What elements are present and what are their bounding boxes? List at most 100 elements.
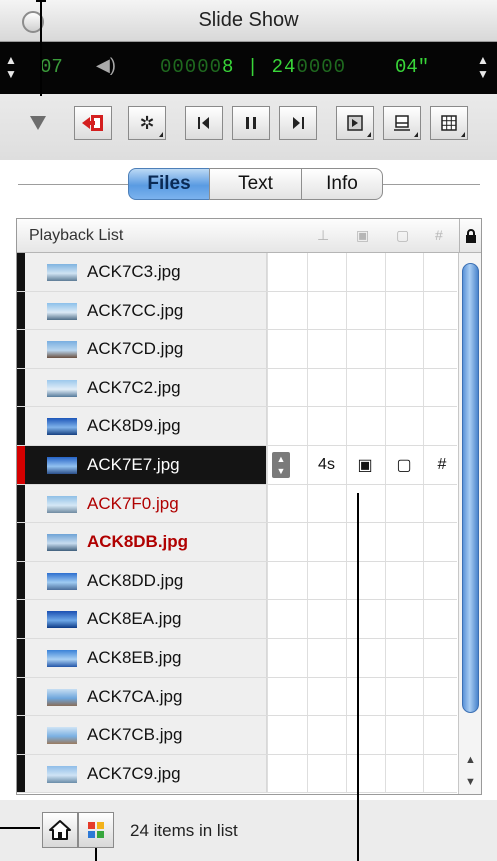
index-stepper[interactable]: ▲ ▼: [4, 53, 18, 83]
column-divider: [423, 716, 424, 754]
color-palette-icon: [88, 822, 104, 838]
filename-label: ACK7CD.jpg: [87, 339, 184, 359]
counter-current: 8: [222, 56, 235, 78]
column-divider: [307, 523, 308, 561]
list-row[interactable]: ACK7CB.jpg: [17, 716, 457, 755]
pause-button[interactable]: [232, 106, 270, 140]
number-column-icon[interactable]: #: [435, 227, 443, 243]
volume-icon[interactable]: ◀): [96, 55, 116, 76]
duration-value[interactable]: 4s: [307, 452, 346, 478]
column-divider: [346, 330, 347, 368]
number-icon[interactable]: #: [423, 452, 461, 478]
filename-cell[interactable]: ACK7CD.jpg: [25, 330, 267, 368]
lock-icon[interactable]: [459, 219, 481, 253]
transition-column-icon[interactable]: ▣: [356, 227, 369, 244]
column-divider: [267, 484, 268, 523]
filename-cell[interactable]: ACK8EB.jpg: [25, 639, 267, 677]
list-row[interactable]: ACK7CC.jpg: [17, 291, 457, 331]
column-divider: [267, 561, 268, 600]
scroll-up-arrow[interactable]: ▲: [459, 749, 481, 771]
bottom-bar: 24 items in list: [0, 800, 497, 861]
filename-cell[interactable]: ACK8DD.jpg: [25, 561, 267, 600]
filename-label: ACK8EB.jpg: [87, 648, 182, 667]
transition-button[interactable]: [336, 106, 374, 140]
list-row[interactable]: ACK7C2.jpg: [17, 368, 457, 408]
layout-column-icon[interactable]: ▢: [396, 227, 409, 244]
list-row[interactable]: ACK7CA.jpg: [17, 677, 457, 717]
thumbnail-image: [47, 727, 77, 745]
previous-button[interactable]: [185, 106, 223, 140]
column-divider: [385, 600, 386, 638]
list-row[interactable]: ACK7C3.jpg: [17, 253, 457, 292]
settings-button[interactable]: ✲: [128, 106, 166, 140]
duration-column-icon[interactable]: ⊥: [317, 227, 329, 244]
list-scrollbar[interactable]: ▲ ▼: [458, 253, 481, 794]
column-divider: [267, 368, 268, 407]
filename-cell[interactable]: ACK8DB.jpg: [25, 523, 267, 561]
filename-label: ACK7C9.jpg: [87, 763, 181, 783]
filename-cell[interactable]: ACK8D9.jpg: [25, 407, 267, 445]
list-row[interactable]: ACK7E7.jpg ▲ ▼ 4s ▣ ▢ #: [17, 446, 457, 485]
remove-slide-button[interactable]: [74, 106, 112, 140]
thumbnail-image: [47, 379, 77, 397]
list-row[interactable]: ACK8DB.jpg: [17, 523, 457, 562]
slide-counter: 000008 | 240000: [160, 56, 346, 78]
palette-button[interactable]: [78, 812, 114, 848]
layout-icon[interactable]: ▢: [385, 452, 423, 478]
thumbnail-image: [47, 302, 77, 320]
toolbar: ✲: [0, 94, 497, 160]
grid-button[interactable]: [430, 106, 468, 140]
column-divider: [423, 484, 424, 523]
filename-cell[interactable]: ACK8EA.jpg: [25, 600, 267, 638]
column-divider: [267, 523, 268, 561]
filename-label: ACK8DB.jpg: [87, 532, 189, 552]
row-status-bar: [17, 639, 25, 677]
home-button[interactable]: [42, 812, 78, 848]
tab-text[interactable]: Text: [209, 168, 302, 200]
column-divider: [267, 600, 268, 638]
filename-cell[interactable]: ACK7F0.jpg: [25, 484, 267, 523]
list-row[interactable]: ACK7F0.jpg: [17, 484, 457, 524]
list-row[interactable]: ACK8EB.jpg: [17, 639, 457, 678]
filename-cell[interactable]: ACK7CC.jpg: [25, 291, 267, 330]
column-divider: [267, 407, 268, 445]
tab-info[interactable]: Info: [301, 168, 383, 200]
filename-cell[interactable]: ACK7CB.jpg: [25, 716, 267, 754]
row-status-bar: [17, 561, 25, 600]
thumbnail-image: [47, 264, 77, 281]
filename-cell[interactable]: ACK7CA.jpg: [25, 677, 267, 716]
column-divider: [346, 523, 347, 561]
slide-duration: 04": [395, 56, 430, 78]
row-status-bar: [17, 253, 25, 291]
column-divider: [423, 253, 424, 291]
list-row[interactable]: ACK7C9.jpg: [17, 754, 457, 794]
list-row[interactable]: ACK8EA.jpg: [17, 600, 457, 639]
column-divider: [385, 716, 386, 754]
duration-stepper-icon[interactable]: ▲ ▼: [272, 452, 290, 478]
scroll-thumb[interactable]: [462, 263, 479, 713]
filename-cell[interactable]: ACK7C2.jpg: [25, 368, 267, 407]
playback-rows: ACK7C3.jpg ACK7CC.jpg ACK7CD.jpg ACK7C2.jpg…: [17, 253, 457, 794]
column-divider: [307, 407, 308, 445]
window-title: Slide Show: [198, 9, 299, 31]
list-row[interactable]: ACK8D9.jpg: [17, 407, 457, 446]
filename-cell[interactable]: ACK7E7.jpg: [25, 446, 267, 484]
scroll-down-arrow[interactable]: ▼: [459, 771, 481, 793]
next-button[interactable]: [279, 106, 317, 140]
filename-label: ACK7F0.jpg: [87, 493, 179, 513]
disclosure-triangle-icon[interactable]: [30, 116, 46, 130]
filename-cell[interactable]: ACK7C3.jpg: [25, 253, 267, 291]
transition-icon[interactable]: ▣: [346, 452, 384, 478]
column-divider: [346, 754, 347, 793]
filename-cell[interactable]: ACK7C9.jpg: [25, 754, 267, 793]
tab-files[interactable]: Files: [128, 168, 210, 200]
column-divider: [346, 253, 347, 291]
layout-button[interactable]: [383, 106, 421, 140]
list-row[interactable]: ACK8DD.jpg: [17, 561, 457, 601]
duration-stepper[interactable]: ▲ ▼: [476, 53, 490, 83]
list-row[interactable]: ACK7CD.jpg: [17, 330, 457, 369]
thumbnail-image: [47, 457, 77, 474]
column-divider: [307, 253, 308, 291]
row-status-bar: [17, 754, 25, 793]
row-status-bar: [17, 291, 25, 330]
